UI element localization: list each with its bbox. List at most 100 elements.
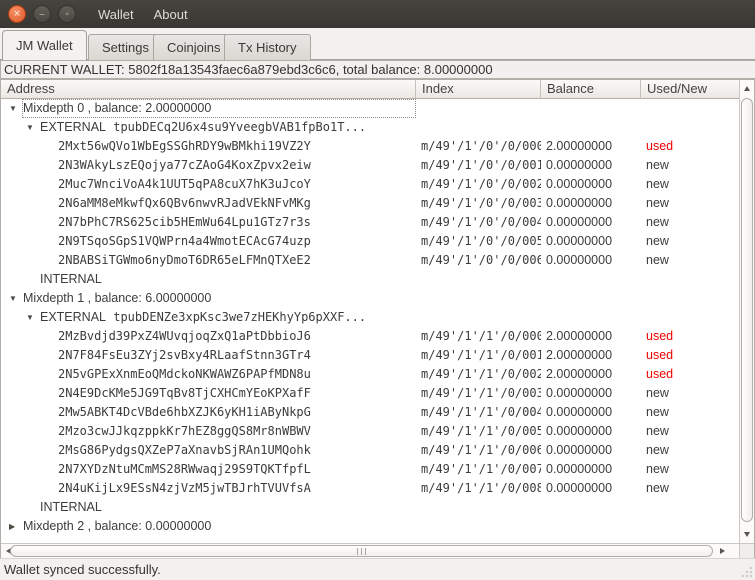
address-text: 2N4uKijLx9ESsN4zjVzM5jwTBJrhTVUVfsA	[58, 481, 311, 495]
address-text: 2Mxt56wQVo1WbEgSSGhRDY9wBMkhi19VZ2Y	[58, 139, 311, 153]
balance-cell: 0.00000000	[546, 196, 613, 210]
scroll-down-button[interactable]	[740, 527, 754, 542]
tab-coinjoins[interactable]: Coinjoins	[153, 34, 235, 60]
address-cell: 2NBABSiTGWmo6nyDmoT6DR65eLFMnQTXeE2	[1, 251, 416, 270]
address-cell: 2N6aMM8eMkwfQx6QBv6nwvRJadVEkNFvMKg	[1, 194, 416, 213]
column-header-used-new[interactable]: Used/New	[641, 80, 739, 99]
address-cell: 2Mzo3cwJJkqzppkKr7hEZ8ggQS8Mr8nWBWV	[1, 422, 416, 441]
address-text: 2N4E9DcKMe5JG9TqBv8TjCXHCmYEoKPXafF	[58, 386, 311, 400]
tree-row[interactable]: 2Mxt56wQVo1WbEgSSGhRDY9wBMkhi19VZ2Y m/49'…	[1, 137, 739, 156]
tree-row[interactable]: 2MzBvdjd39PxZ4WUvqjoqZxQ1aPtDbbioJ6 m/49'…	[1, 327, 739, 346]
tree-row[interactable]: 2N4E9DcKMe5JG9TqBv8TjCXHCmYEoKPXafF m/49'…	[1, 384, 739, 403]
menubar: Wallet About	[88, 3, 198, 26]
horizontal-scrollbar[interactable]	[1, 543, 739, 558]
status-cell: new	[646, 234, 669, 248]
index-cell: m/49'/1'/1'/0/001	[421, 348, 541, 362]
vertical-scrollbar-thumb[interactable]	[741, 98, 753, 522]
tree-row[interactable]: INTERNAL	[1, 498, 739, 517]
address-cell: INTERNAL	[1, 270, 416, 289]
collapse-arrow-icon[interactable]: ▼	[9, 99, 23, 118]
tree-row[interactable]: 2Mw5ABKT4DcVBde6hbXZJK6yKH1iAByNkpG m/49'…	[1, 403, 739, 422]
node-label: Mixdepth 2 , balance: 0.00000000	[23, 519, 212, 533]
status-cell	[641, 289, 739, 308]
menu-about[interactable]: About	[144, 3, 198, 26]
tree-row[interactable]: ▼ EXTERNAL tpubDENZe3xpKsc3we7zHEKhyYp6pX…	[1, 308, 739, 327]
tree-row[interactable]: 2N5vGPExXnmEoQMdckoNKWAWZ6PAPfMDN8u m/49'…	[1, 365, 739, 384]
grip-icon	[357, 547, 358, 555]
status-cell	[641, 99, 739, 118]
resize-grip-icon[interactable]	[741, 566, 753, 578]
address-text: 2MsG86PydgsQXZeP7aXnavbSjRAn1UMQohk	[58, 443, 311, 457]
address-cell: ▼ Mixdepth 1 , balance: 6.00000000	[1, 289, 416, 308]
tree-row[interactable]: 2N7XYDzNtuMCmMS28RWwaqj29S9TQKTfpfL m/49'…	[1, 460, 739, 479]
menu-wallet[interactable]: Wallet	[88, 3, 144, 26]
index-cell: m/49'/1'/0'/0/005	[421, 234, 541, 248]
index-cell: m/49'/1'/1'/0/007	[421, 462, 541, 476]
tab-jm-wallet[interactable]: JM Wallet	[2, 30, 87, 60]
tree-row[interactable]: 2N7F84FsEu3ZYj2svBxy4RLaafStnn3GTr4 m/49'…	[1, 346, 739, 365]
balance-cell: 0.00000000	[546, 158, 613, 172]
tree-row[interactable]: 2Muc7WnciVoA4k1UUT5qPA8cuX7hK3uJcoY m/49'…	[1, 175, 739, 194]
wallet-window: ✕ – ▫ Wallet About JM Wallet Settings Co…	[0, 0, 755, 580]
tree-row[interactable]: 2N3WAkyLszEQojya77cZAoG4KoxZpvx2eiw m/49'…	[1, 156, 739, 175]
tree-row[interactable]: 2N9TSqoSGpS1VQWPrn4a4WmotECAcG74uzp m/49'…	[1, 232, 739, 251]
status-cell: new	[646, 158, 669, 172]
node-label: EXTERNAL	[40, 120, 106, 134]
collapse-arrow-icon[interactable]: ▼	[9, 289, 23, 308]
collapse-arrow-icon[interactable]: ▼	[26, 308, 40, 327]
tree-row[interactable]: 2Mzo3cwJJkqzppkKr7hEZ8ggQS8Mr8nWBWV m/49'…	[1, 422, 739, 441]
tree-row[interactable]: ▶ Mixdepth 2 , balance: 0.00000000	[1, 517, 739, 536]
address-text: 2N6aMM8eMkwfQx6QBv6nwvRJadVEkNFvMKg	[58, 196, 311, 210]
horizontal-scrollbar-thumb[interactable]	[10, 545, 713, 557]
close-icon: ✕	[13, 8, 21, 18]
window-maximize-button[interactable]: ▫	[58, 5, 76, 23]
scroll-right-button[interactable]	[715, 544, 729, 558]
tree-row[interactable]: 2MsG86PydgsQXZeP7aXnavbSjRAn1UMQohk m/49'…	[1, 441, 739, 460]
wallet-tab-pane: CURRENT WALLET: 5802f18a13543faec6a879eb…	[0, 60, 755, 559]
status-cell: new	[646, 215, 669, 229]
balance-cell: 0.00000000	[546, 481, 613, 495]
address-cell: 2N7bPhC7RS625cib5HEmWu64Lpu1GTz7r3s	[1, 213, 416, 232]
address-text: 2MzBvdjd39PxZ4WUvqjoqZxQ1aPtDbbioJ6	[58, 329, 311, 343]
scroll-up-button[interactable]	[740, 81, 754, 96]
status-cell: new	[646, 386, 669, 400]
address-cell: 2N5vGPExXnmEoQMdckoNKWAWZ6PAPfMDN8u	[1, 365, 416, 384]
address-text: 2N9TSqoSGpS1VQWPrn4a4WmotECAcG74uzp	[58, 234, 311, 248]
column-header-index[interactable]: Index	[416, 80, 541, 99]
index-cell: m/49'/1'/0'/0/000	[421, 139, 541, 153]
window-minimize-button[interactable]: –	[33, 5, 51, 23]
tree-row[interactable]: INTERNAL	[1, 270, 739, 289]
address-cell: 2N7XYDzNtuMCmMS28RWwaqj29S9TQKTfpfL	[1, 460, 416, 479]
tab-bar: JM Wallet Settings Coinjoins Tx History	[0, 28, 755, 60]
column-header-address[interactable]: Address	[1, 80, 416, 99]
tree-header: Address Index Balance Used/New	[1, 80, 739, 99]
grip-icon	[361, 547, 362, 555]
tree-row[interactable]: ▼ Mixdepth 1 , balance: 6.00000000	[1, 289, 739, 308]
tab-settings[interactable]: Settings	[88, 34, 163, 60]
status-cell: new	[646, 405, 669, 419]
tree-row[interactable]: ▼ EXTERNAL tpubDECq2U6x4su9YveegbVAB1fpBo…	[1, 118, 739, 137]
tree-row[interactable]: 2N7bPhC7RS625cib5HEmWu64Lpu1GTz7r3s m/49'…	[1, 213, 739, 232]
status-cell: new	[646, 462, 669, 476]
index-cell: m/49'/1'/1'/0/000	[421, 329, 541, 343]
collapse-arrow-icon[interactable]: ▼	[26, 118, 40, 137]
address-cell: INTERNAL	[1, 498, 416, 517]
tree-row[interactable]: ▼ Mixdepth 0 , balance: 2.00000000	[1, 99, 739, 118]
column-header-balance[interactable]: Balance	[541, 80, 641, 99]
address-cell: 2N9TSqoSGpS1VQWPrn4a4WmotECAcG74uzp	[1, 232, 416, 251]
address-text: 2Mzo3cwJJkqzppkKr7hEZ8ggQS8Mr8nWBWV	[58, 424, 311, 438]
node-label: Mixdepth 0 , balance: 2.00000000	[23, 101, 212, 115]
expand-arrow-icon[interactable]: ▶	[9, 517, 23, 536]
vertical-scrollbar[interactable]	[739, 80, 754, 543]
address-text: 2N7XYDzNtuMCmMS28RWwaqj29S9TQKTfpfL	[58, 462, 311, 476]
window-close-button[interactable]: ✕	[8, 5, 26, 23]
balance-cell: 0.00000000	[546, 462, 613, 476]
index-cell: m/49'/1'/1'/0/003	[421, 386, 541, 400]
balance-cell	[541, 270, 641, 289]
status-cell: new	[646, 481, 669, 495]
tree-row[interactable]: 2N4uKijLx9ESsN4zjVzM5jwTBJrhTVUVfsA m/49'…	[1, 479, 739, 498]
tree-row[interactable]: 2NBABSiTGWmo6nyDmoT6DR65eLFMnQTXeE2 m/49'…	[1, 251, 739, 270]
tree-row[interactable]: 2N6aMM8eMkwfQx6QBv6nwvRJadVEkNFvMKg m/49'…	[1, 194, 739, 213]
tab-tx-history[interactable]: Tx History	[224, 34, 311, 60]
index-cell	[416, 517, 541, 536]
